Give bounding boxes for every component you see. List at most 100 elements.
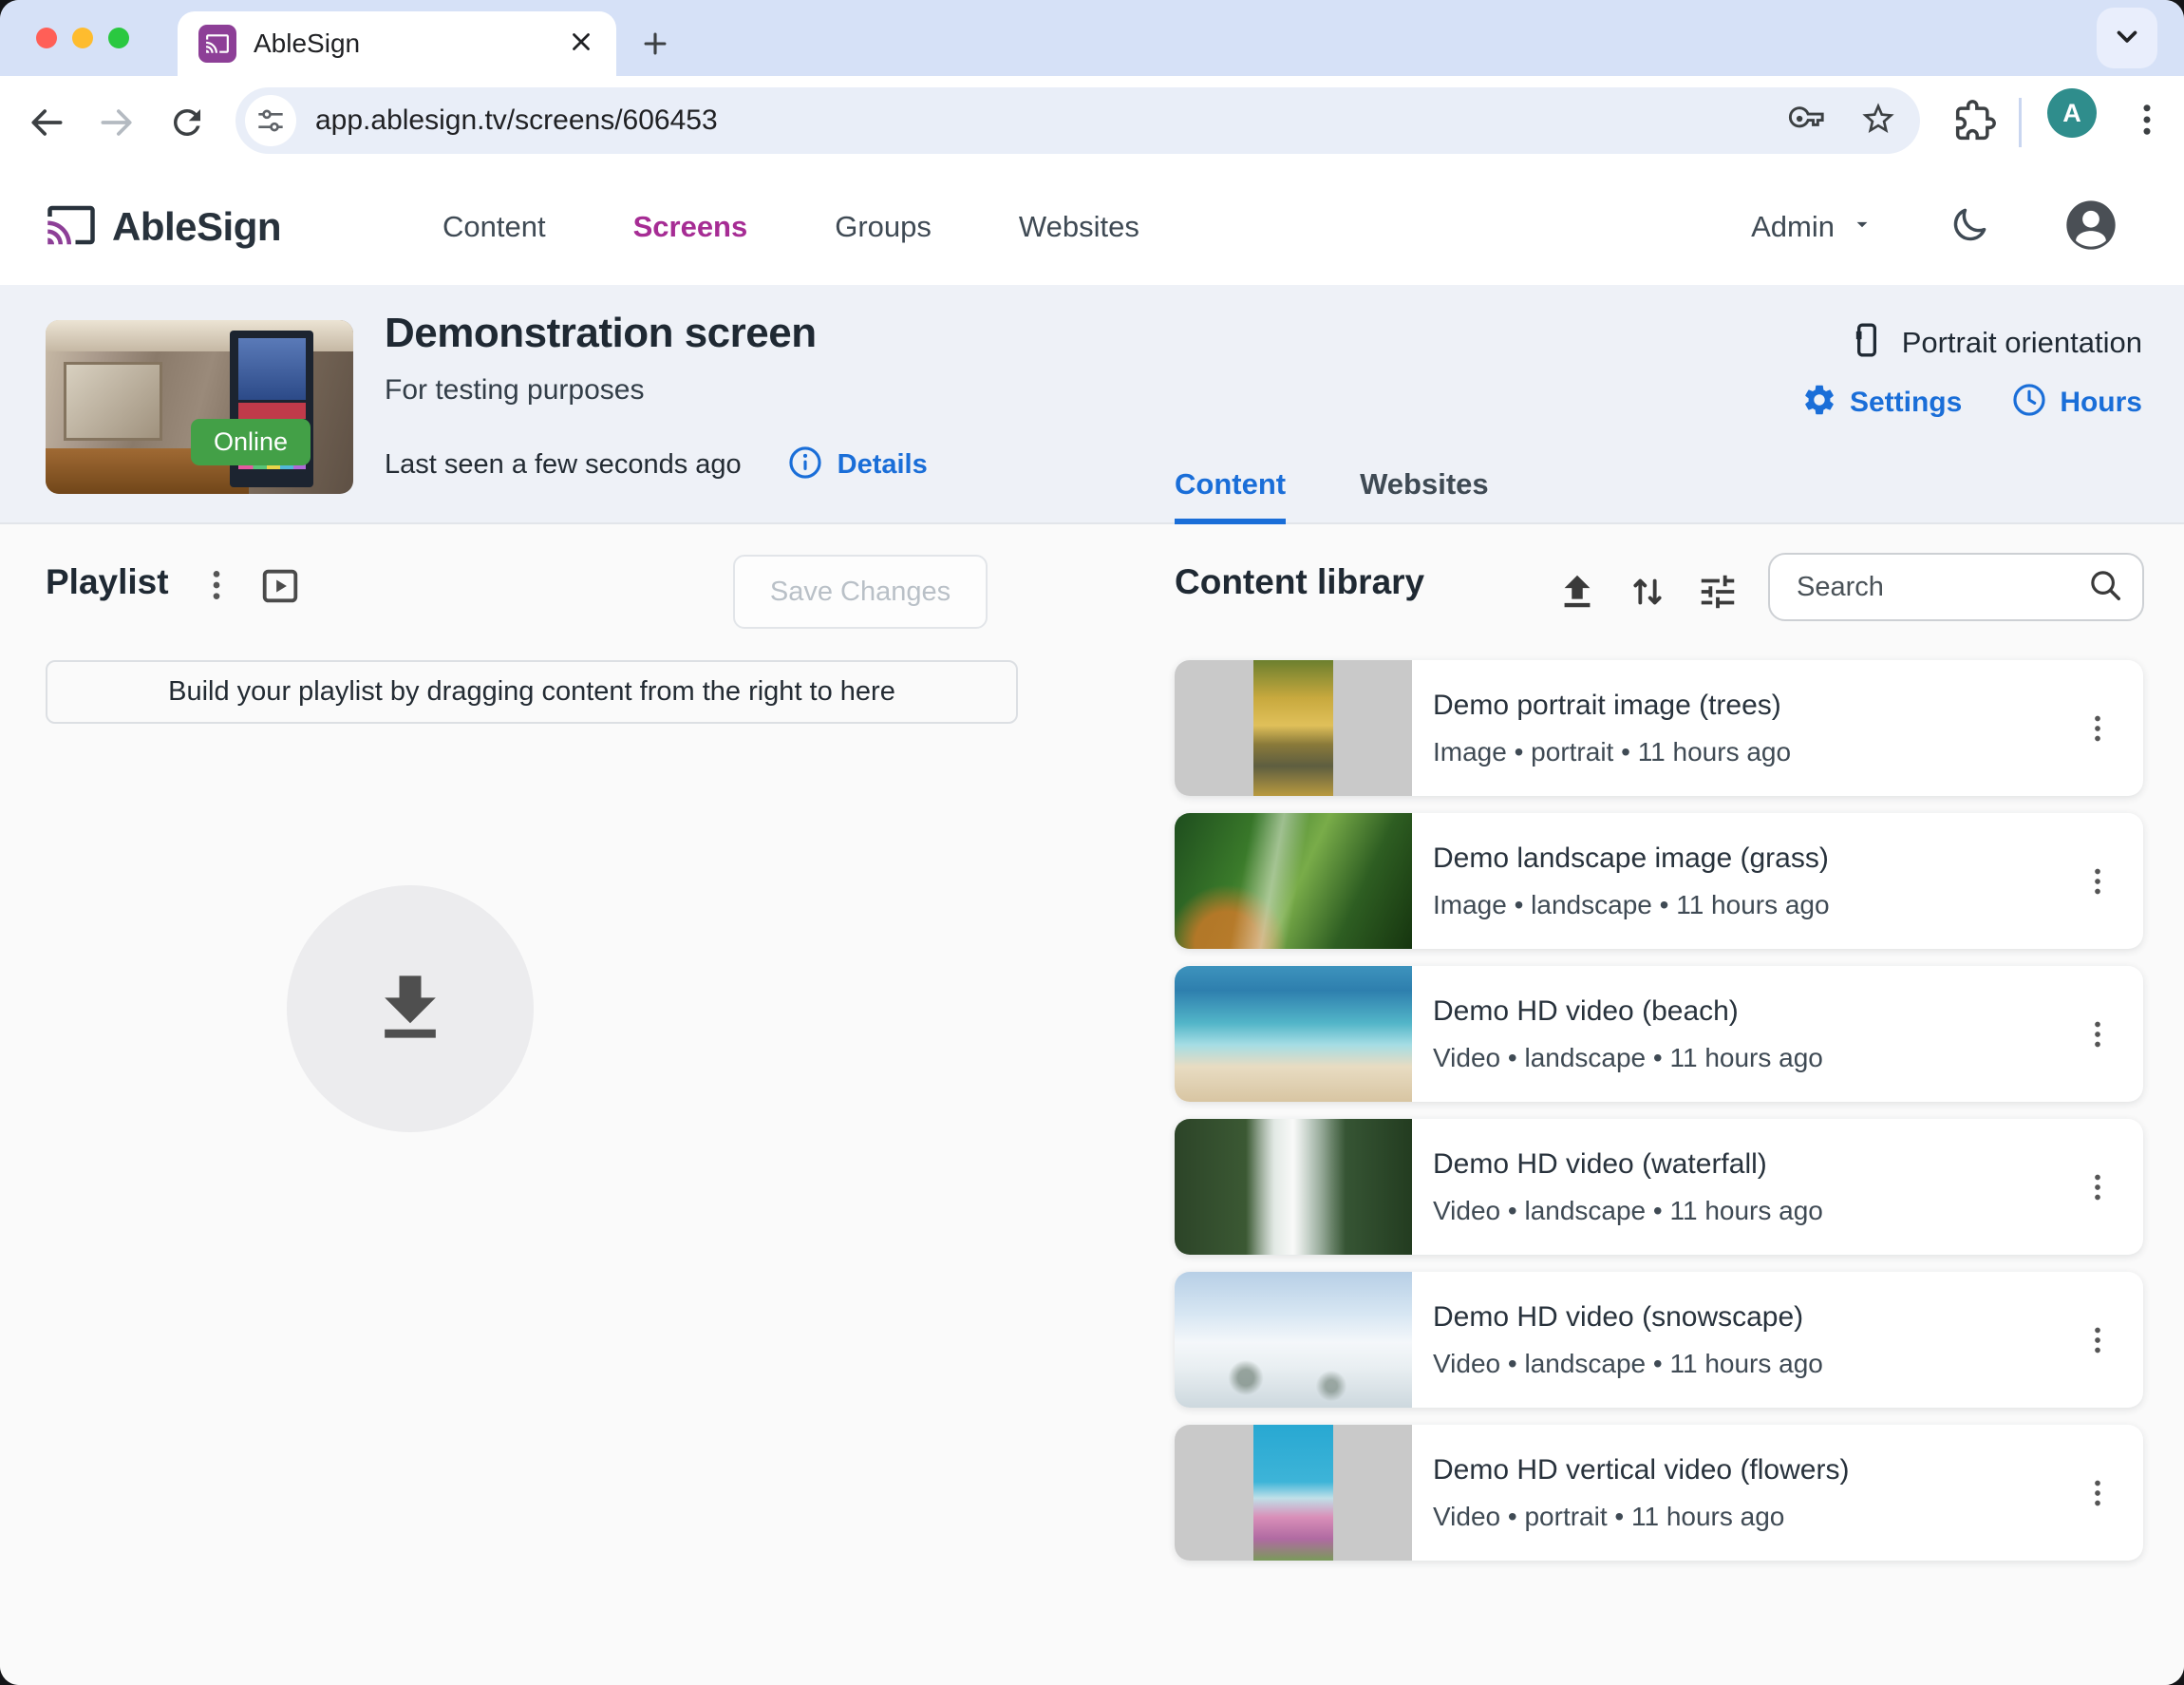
upload-icon[interactable] xyxy=(1555,570,1599,614)
tab-search-button[interactable] xyxy=(2097,8,2157,68)
forward-button[interactable] xyxy=(95,101,139,144)
orientation-label: Portrait orientation xyxy=(1902,326,2142,360)
browser-tabstrip: AbleSign xyxy=(0,0,2184,76)
playlist-menu-kebab-icon[interactable] xyxy=(198,566,235,604)
nav-item-websites[interactable]: Websites xyxy=(1019,210,1139,244)
empty-playlist-dropzone[interactable] xyxy=(287,885,534,1132)
chevron-down-icon xyxy=(2111,20,2143,57)
tab-title: AbleSign xyxy=(254,28,567,59)
item-meta: Video • portrait • 11 hours ago xyxy=(1433,1502,2080,1532)
tab-websites[interactable]: Websites xyxy=(1360,467,1489,524)
library-heading: Content library xyxy=(1175,562,1424,602)
phone-portrait-icon xyxy=(1848,321,1886,364)
playlist-drop-hint: Build your playlist by dragging content … xyxy=(46,660,1018,724)
item-meta: Video • landscape • 11 hours ago xyxy=(1433,1043,2080,1073)
address-bar[interactable]: app.ablesign.tv/screens/606453 xyxy=(235,87,1920,154)
status-badge: Online xyxy=(191,419,311,465)
thumbnail-grass xyxy=(1175,813,1412,949)
clock-icon xyxy=(2011,382,2047,423)
item-meta: Image • landscape • 11 hours ago xyxy=(1433,890,2080,920)
item-menu-kebab-icon[interactable] xyxy=(2080,1476,2115,1510)
item-menu-kebab-icon[interactable] xyxy=(2080,864,2115,899)
item-menu-kebab-icon[interactable] xyxy=(2080,711,2115,746)
search-icon[interactable] xyxy=(2087,567,2123,608)
filter-icon[interactable] xyxy=(1696,570,1740,614)
page-title: Demonstration screen xyxy=(385,310,817,357)
thumbnail-snowscape xyxy=(1175,1272,1412,1408)
caret-down-icon xyxy=(1850,210,1874,244)
tab-close-icon[interactable] xyxy=(567,28,595,61)
item-title: Demo HD vertical video (flowers) xyxy=(1433,1454,2080,1486)
search-input[interactable] xyxy=(1795,571,2087,604)
hours-button[interactable]: Hours xyxy=(2011,382,2142,423)
last-seen-text: Last seen a few seconds ago xyxy=(385,449,742,481)
save-changes-button[interactable]: Save Changes xyxy=(733,555,988,629)
hours-label: Hours xyxy=(2060,387,2142,419)
browser-window: AbleSign app.ablesign.tv/sc xyxy=(0,0,2184,1685)
site-settings-icon[interactable] xyxy=(245,95,296,146)
library-item[interactable]: Demo HD video (snowscape) Video • landsc… xyxy=(1175,1272,2143,1408)
extensions-puzzle-icon[interactable] xyxy=(1954,100,1996,146)
close-window-button[interactable] xyxy=(36,28,57,48)
nav-item-screens[interactable]: Screens xyxy=(633,210,748,244)
screen-info-band: Online Demonstration screen For testing … xyxy=(0,285,2184,524)
back-button[interactable] xyxy=(25,101,68,144)
browser-tab[interactable]: AbleSign xyxy=(178,11,616,76)
photo-mirror xyxy=(64,362,161,441)
item-title: Demo portrait image (trees) xyxy=(1433,690,2080,722)
details-link[interactable]: Details xyxy=(787,445,928,485)
item-menu-kebab-icon[interactable] xyxy=(2080,1017,2115,1051)
thumbnail-waterfall xyxy=(1175,1119,1412,1255)
orientation-indicator: Portrait orientation xyxy=(1848,321,2142,364)
preview-playlist-icon[interactable] xyxy=(258,564,302,608)
screen-subtitle: For testing purposes xyxy=(385,374,644,407)
item-title: Demo HD video (waterfall) xyxy=(1433,1148,2080,1181)
minimize-window-button[interactable] xyxy=(72,28,93,48)
download-icon xyxy=(367,963,454,1055)
url-text[interactable]: app.ablesign.tv/screens/606453 xyxy=(315,104,1787,137)
main-content: Playlist Save Changes Build your playlis… xyxy=(0,524,2184,1685)
settings-button[interactable]: Settings xyxy=(1801,382,1962,423)
cast-icon xyxy=(198,25,236,63)
item-meta: Video • landscape • 11 hours ago xyxy=(1433,1349,2080,1379)
library-item[interactable]: Demo portrait image (trees) Image • port… xyxy=(1175,660,2143,796)
moon-icon xyxy=(1949,234,1990,250)
playlist-heading: Playlist xyxy=(46,562,169,602)
nav-item-content[interactable]: Content xyxy=(442,210,546,244)
new-tab-button[interactable] xyxy=(632,21,678,66)
password-key-icon[interactable] xyxy=(1787,99,1827,143)
library-search[interactable] xyxy=(1768,553,2144,621)
main-nav: Content Screens Groups Websites xyxy=(442,210,1139,244)
zoom-window-button[interactable] xyxy=(108,28,129,48)
details-label: Details xyxy=(838,449,928,481)
user-avatar[interactable] xyxy=(2064,199,2118,256)
toolbar-divider xyxy=(2019,98,2022,147)
library-item[interactable]: Demo landscape image (grass) Image • lan… xyxy=(1175,813,2143,949)
bookmark-star-icon[interactable] xyxy=(1859,100,1897,142)
gear-icon xyxy=(1801,382,1837,423)
browser-profile-avatar[interactable]: A xyxy=(2047,88,2097,138)
dark-mode-toggle[interactable] xyxy=(1949,204,1990,251)
browser-toolbar: app.ablesign.tv/screens/606453 A xyxy=(0,76,2184,169)
brand-logo[interactable]: AbleSign xyxy=(46,199,281,256)
browser-menu-kebab-icon[interactable] xyxy=(2127,100,2167,144)
library-item[interactable]: Demo HD video (waterfall) Video • landsc… xyxy=(1175,1119,2143,1255)
admin-dropdown[interactable]: Admin xyxy=(1751,210,1874,244)
cast-logo-icon xyxy=(46,199,97,256)
reload-button[interactable] xyxy=(165,101,209,144)
item-title: Demo landscape image (grass) xyxy=(1433,842,2080,875)
item-meta: Video • landscape • 11 hours ago xyxy=(1433,1196,2080,1226)
nav-item-groups[interactable]: Groups xyxy=(835,210,932,244)
item-menu-kebab-icon[interactable] xyxy=(2080,1323,2115,1357)
info-icon xyxy=(787,445,823,485)
tab-content[interactable]: Content xyxy=(1175,467,1286,524)
sort-icon[interactable] xyxy=(1626,570,1669,614)
screen-photo: Online xyxy=(46,320,353,494)
thumbnail-flowers xyxy=(1175,1425,1412,1561)
library-item[interactable]: Demo HD video (beach) Video • landscape … xyxy=(1175,966,2143,1102)
content-library-list: Demo portrait image (trees) Image • port… xyxy=(1175,660,2143,1561)
library-item[interactable]: Demo HD vertical video (flowers) Video •… xyxy=(1175,1425,2143,1561)
brand-name: AbleSign xyxy=(112,204,281,250)
thumbnail-trees xyxy=(1175,660,1412,796)
item-menu-kebab-icon[interactable] xyxy=(2080,1170,2115,1204)
